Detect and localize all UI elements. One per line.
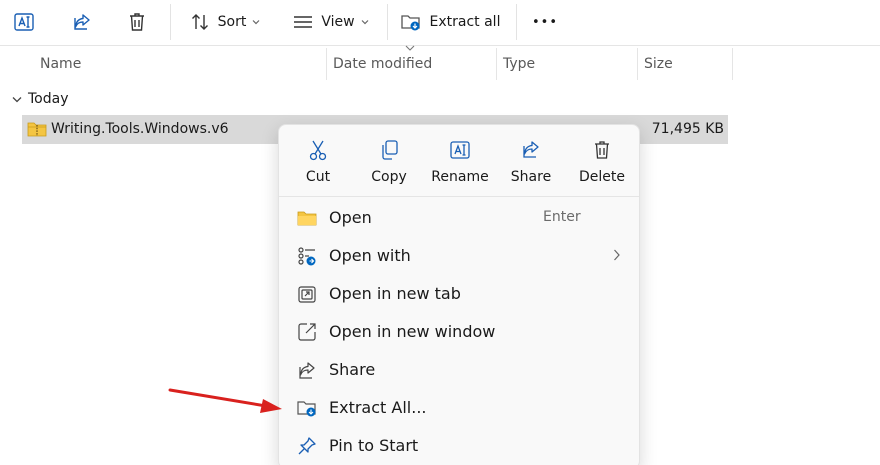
chevron-down-icon [361, 20, 369, 25]
menu-item-label: Share [329, 360, 376, 379]
delete-toolbar-button[interactable] [121, 6, 153, 38]
cut-label: Cut [305, 169, 331, 185]
context-menu-quick-actions: Cut Copy Rename Share Delete [279, 125, 639, 195]
rename-toolbar-button[interactable] [8, 6, 40, 38]
share-label: Share [510, 169, 552, 185]
toolbar-divider [516, 4, 517, 40]
zip-folder-icon [27, 122, 47, 137]
delete-button[interactable]: Delete [569, 133, 635, 189]
column-header-name[interactable]: Name [40, 48, 81, 80]
extract-all-button[interactable]: Extract all [398, 6, 502, 38]
extract-all-label: Extract all [429, 14, 501, 30]
rename-label: Rename [431, 169, 489, 185]
menu-item-extract-all[interactable]: Extract All... [283, 391, 637, 425]
share-icon [523, 141, 539, 158]
column-header-size[interactable]: Size [644, 48, 673, 80]
copy-icon [382, 140, 398, 160]
view-label: View [321, 14, 355, 30]
command-bar: Sort View Extract all ••• [0, 0, 880, 46]
sort-label: Sort [217, 14, 247, 30]
new-window-icon [297, 322, 317, 342]
context-menu: Cut Copy Rename Share Delete Open Enter … [278, 124, 640, 465]
share-toolbar-button[interactable] [66, 6, 98, 38]
annotation-arrow-icon [168, 388, 282, 413]
file-name: Writing.Tools.Windows.v6 [51, 121, 229, 137]
column-name-label: Name [40, 56, 82, 72]
toolbar-divider [170, 4, 171, 40]
menu-item-label: Open in new tab [329, 284, 461, 303]
chevron-down-icon [12, 96, 22, 102]
menu-item-shortcut: Enter [543, 209, 581, 225]
extract-icon [297, 398, 317, 418]
column-type-label: Type [503, 56, 536, 72]
menu-item-label: Open [329, 208, 372, 227]
menu-item-pin-to-start[interactable]: Pin to Start [283, 429, 637, 463]
column-divider[interactable] [326, 48, 327, 80]
column-date-label: Date modified [333, 56, 433, 72]
scissors-icon [309, 140, 327, 161]
rename-button[interactable]: Rename [427, 133, 493, 189]
toolbar-divider [387, 4, 388, 40]
delete-label: Delete [579, 169, 625, 185]
column-header-date-modified[interactable]: Date modified [333, 48, 432, 80]
copy-button[interactable]: Copy [356, 133, 422, 189]
menu-divider [279, 196, 639, 197]
new-tab-icon [297, 284, 317, 304]
extract-icon [400, 15, 420, 31]
rename-icon [14, 13, 34, 31]
pin-icon [297, 436, 317, 456]
menu-item-label: Open in new window [329, 322, 496, 341]
menu-item-open-in-new-window[interactable]: Open in new window [283, 315, 637, 349]
share-icon [297, 360, 317, 380]
open-with-icon [297, 246, 317, 266]
share-icon [74, 14, 90, 30]
menu-item-open-in-new-tab[interactable]: Open in new tab [283, 277, 637, 311]
view-button[interactable]: View [284, 6, 378, 38]
trash-icon [130, 13, 144, 31]
view-list-icon [294, 16, 313, 28]
sort-button[interactable]: Sort [180, 6, 270, 38]
more-options-button[interactable]: ••• [528, 6, 562, 38]
group-header-today[interactable]: Today [12, 88, 69, 110]
column-divider[interactable] [732, 48, 733, 80]
group-label: Today [28, 91, 69, 107]
column-size-label: Size [644, 56, 673, 72]
menu-item-label: Pin to Start [329, 436, 419, 455]
menu-item-label: Extract All... [329, 398, 427, 417]
menu-item-open[interactable]: Open Enter [283, 201, 637, 235]
rename-icon [450, 141, 470, 159]
cut-button[interactable]: Cut [285, 133, 351, 189]
sort-icon [191, 14, 208, 30]
more-icon: ••• [531, 14, 558, 30]
menu-item-share[interactable]: Share [283, 353, 637, 387]
chevron-right-icon [614, 249, 620, 261]
chevron-down-icon [252, 20, 260, 25]
folder-icon [297, 208, 317, 228]
trash-icon [595, 141, 609, 159]
copy-label: Copy [371, 169, 407, 185]
column-divider[interactable] [496, 48, 497, 80]
menu-item-open-with[interactable]: Open with [283, 239, 637, 273]
menu-item-label: Open with [329, 246, 411, 265]
share-button[interactable]: Share [498, 133, 564, 189]
file-size: 71,495 KB [651, 121, 724, 137]
column-divider[interactable] [637, 48, 638, 80]
column-header-type[interactable]: Type [503, 48, 535, 80]
